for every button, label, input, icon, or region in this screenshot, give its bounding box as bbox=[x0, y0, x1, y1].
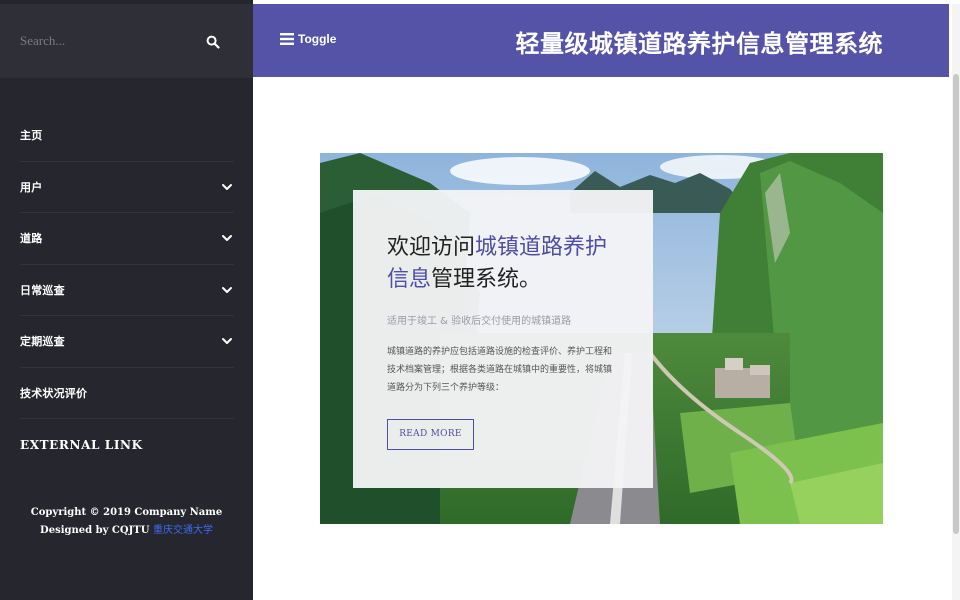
sidebar-item-home[interactable]: 主页 bbox=[20, 110, 234, 162]
designed-by-text: Designed by CQJTU bbox=[40, 525, 150, 536]
scrollbar-thumb[interactable] bbox=[953, 74, 959, 534]
search-button[interactable] bbox=[200, 30, 226, 56]
sidebar-item-periodic-inspection[interactable]: 定期巡查 bbox=[20, 316, 234, 368]
sidebar-item-external-link[interactable]: EXTERNAL LINK bbox=[20, 419, 234, 471]
sidebar-footer: Copyright © 2019 Company Name Designed b… bbox=[0, 504, 253, 540]
sidebar-item-label: 主页 bbox=[20, 129, 43, 143]
top-header: Toggle 轻量级城镇道路养护信息管理系统 bbox=[253, 4, 949, 77]
sidebar-item-label: 日常巡查 bbox=[20, 283, 65, 297]
chevron-down-icon bbox=[222, 235, 232, 242]
sidebar-item-label: 技术状况评价 bbox=[20, 386, 88, 400]
sidebar-item-roads[interactable]: 道路 bbox=[20, 213, 234, 265]
sidebar-nav: 主页 用户 道路 日常巡查 定期巡查 技术状况评价 EXTERNAL LINK bbox=[20, 110, 234, 471]
hero-banner: 欢迎访问城镇道路养护信息管理系统。 适用于竣工 & 验收后交付使用的城镇道路 城… bbox=[320, 153, 883, 524]
welcome-title-prefix: 欢迎访问 bbox=[387, 235, 476, 260]
sidebar-item-label: 定期巡查 bbox=[20, 335, 65, 349]
welcome-subtitle: 适用于竣工 & 验收后交付使用的城镇道路 bbox=[387, 316, 572, 327]
hamburger-icon bbox=[280, 33, 294, 45]
chevron-down-icon bbox=[222, 286, 232, 293]
toggle-label: Toggle bbox=[298, 32, 337, 46]
chevron-down-icon bbox=[222, 338, 232, 345]
sidebar-item-label: 用户 bbox=[20, 180, 43, 194]
sidebar-item-users[interactable]: 用户 bbox=[20, 162, 234, 213]
search-input[interactable] bbox=[20, 24, 195, 58]
sidebar-item-label: 道路 bbox=[20, 232, 43, 246]
search-icon bbox=[206, 35, 220, 49]
welcome-title: 欢迎访问城镇道路养护信息管理系统。 bbox=[387, 232, 619, 296]
page-title: 轻量级城镇道路养护信息管理系统 bbox=[515, 30, 883, 58]
welcome-description: 城镇道路的养护应包括道路设施的检查评价、养护工程和技术档案管理；根据各类道路在城… bbox=[387, 347, 613, 393]
welcome-card: 欢迎访问城镇道路养护信息管理系统。 适用于竣工 & 验收后交付使用的城镇道路 城… bbox=[353, 190, 653, 488]
sidebar-item-daily-inspection[interactable]: 日常巡查 bbox=[20, 265, 234, 316]
sidebar-item-label: EXTERNAL LINK bbox=[20, 437, 143, 452]
read-more-button[interactable]: READ MORE bbox=[387, 419, 474, 450]
toggle-button[interactable]: Toggle bbox=[280, 32, 336, 46]
copyright-text: Copyright © 2019 Company Name bbox=[30, 507, 223, 518]
designed-by-line: Designed by CQJTU 重庆交通大学 bbox=[0, 522, 253, 540]
footer-university-link[interactable]: 重庆交通大学 bbox=[153, 525, 213, 536]
welcome-title-suffix: 管理系统。 bbox=[431, 267, 542, 292]
page-scrollbar[interactable] bbox=[952, 4, 960, 600]
sidebar: 主页 用户 道路 日常巡查 定期巡查 技术状况评价 EXTERNAL LINK … bbox=[0, 0, 253, 600]
chevron-down-icon bbox=[222, 183, 232, 190]
search-box bbox=[0, 4, 253, 78]
sidebar-item-technical-evaluation[interactable]: 技术状况评价 bbox=[20, 368, 234, 419]
